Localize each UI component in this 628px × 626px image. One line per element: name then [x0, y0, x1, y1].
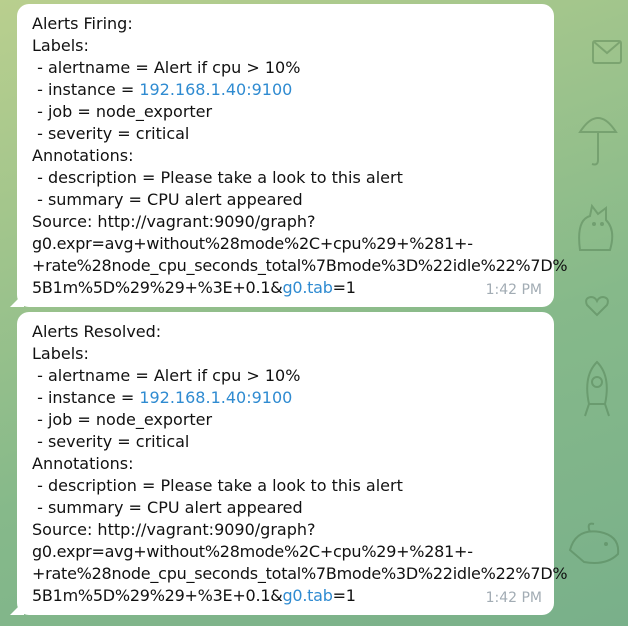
- annotation-description: - description = Please take a look to th…: [32, 476, 403, 495]
- label-instance: - instance = 192.168.1.40:9100: [32, 79, 544, 101]
- source-url-suffix: =1: [332, 278, 356, 297]
- source-label: Source: http://vagrant:9090/graph?: [32, 520, 316, 539]
- label-alertname: - alertname = Alert if cpu > 10%: [32, 366, 301, 385]
- message-title: Alerts Resolved:: [32, 322, 162, 341]
- source-url-line3-prefix: 5B1m%5D%29%29+%3E+0.1&: [32, 586, 283, 605]
- source-url-line1: g0.expr=avg+without%28mode%2C+cpu%29+%28…: [32, 542, 473, 561]
- source-url-line3: 5B1m%5D%29%29+%3E+0.1&g0.tab=1: [32, 277, 544, 299]
- envelope-doodle-icon: [592, 40, 622, 64]
- heart-doodle-icon: [585, 295, 609, 317]
- message-timestamp: 1:42 PM: [485, 282, 542, 298]
- labels-heading: Labels:: [32, 36, 89, 55]
- rocket-doodle-icon: [584, 360, 610, 417]
- source-tab-link[interactable]: g0.tab: [282, 586, 332, 605]
- message-bubble-firing[interactable]: Alerts Firing: Labels: - alertname = Ale…: [17, 4, 568, 307]
- message-timestamp: 1:42 PM: [485, 590, 542, 606]
- cat-doodle-icon: [578, 203, 614, 251]
- label-severity: - severity = critical: [32, 124, 190, 143]
- label-instance-prefix: - instance =: [32, 388, 140, 407]
- annotation-summary: - summary = CPU alert appeared: [32, 498, 303, 517]
- source-url-line2: +rate%28node_cpu_seconds_total%7Bmode%3D…: [32, 256, 568, 275]
- source-url-line2: +rate%28node_cpu_seconds_total%7Bmode%3D…: [32, 564, 568, 583]
- source-tab-link[interactable]: g0.tab: [282, 278, 332, 297]
- annotation-description: - description = Please take a look to th…: [32, 168, 403, 187]
- labels-heading: Labels:: [32, 344, 89, 363]
- label-instance: - instance = 192.168.1.40:9100: [32, 387, 544, 409]
- message-bubble-resolved[interactable]: Alerts Resolved: Labels: - alertname = A…: [17, 312, 568, 615]
- whale-doodle-icon: [568, 522, 620, 564]
- source-url-line1: g0.expr=avg+without%28mode%2C+cpu%29+%28…: [32, 234, 473, 253]
- source-url-line3-prefix: 5B1m%5D%29%29+%3E+0.1&: [32, 278, 283, 297]
- label-instance-prefix: - instance =: [32, 80, 140, 99]
- instance-link[interactable]: 192.168.1.40:9100: [139, 80, 292, 99]
- label-alertname: - alertname = Alert if cpu > 10%: [32, 58, 301, 77]
- label-job: - job = node_exporter: [32, 410, 213, 429]
- source-url-suffix: =1: [332, 586, 356, 605]
- annotations-heading: Annotations:: [32, 454, 134, 473]
- annotation-summary: - summary = CPU alert appeared: [32, 190, 303, 209]
- label-severity: - severity = critical: [32, 432, 190, 451]
- source-label: Source: http://vagrant:9090/graph?: [32, 212, 316, 231]
- annotations-heading: Annotations:: [32, 146, 134, 165]
- label-job: - job = node_exporter: [32, 102, 213, 121]
- source-url-line3: 5B1m%5D%29%29+%3E+0.1&g0.tab=1: [32, 585, 544, 607]
- instance-link[interactable]: 192.168.1.40:9100: [139, 388, 292, 407]
- message-title: Alerts Firing:: [32, 14, 133, 33]
- umbrella-doodle-icon: [578, 117, 618, 166]
